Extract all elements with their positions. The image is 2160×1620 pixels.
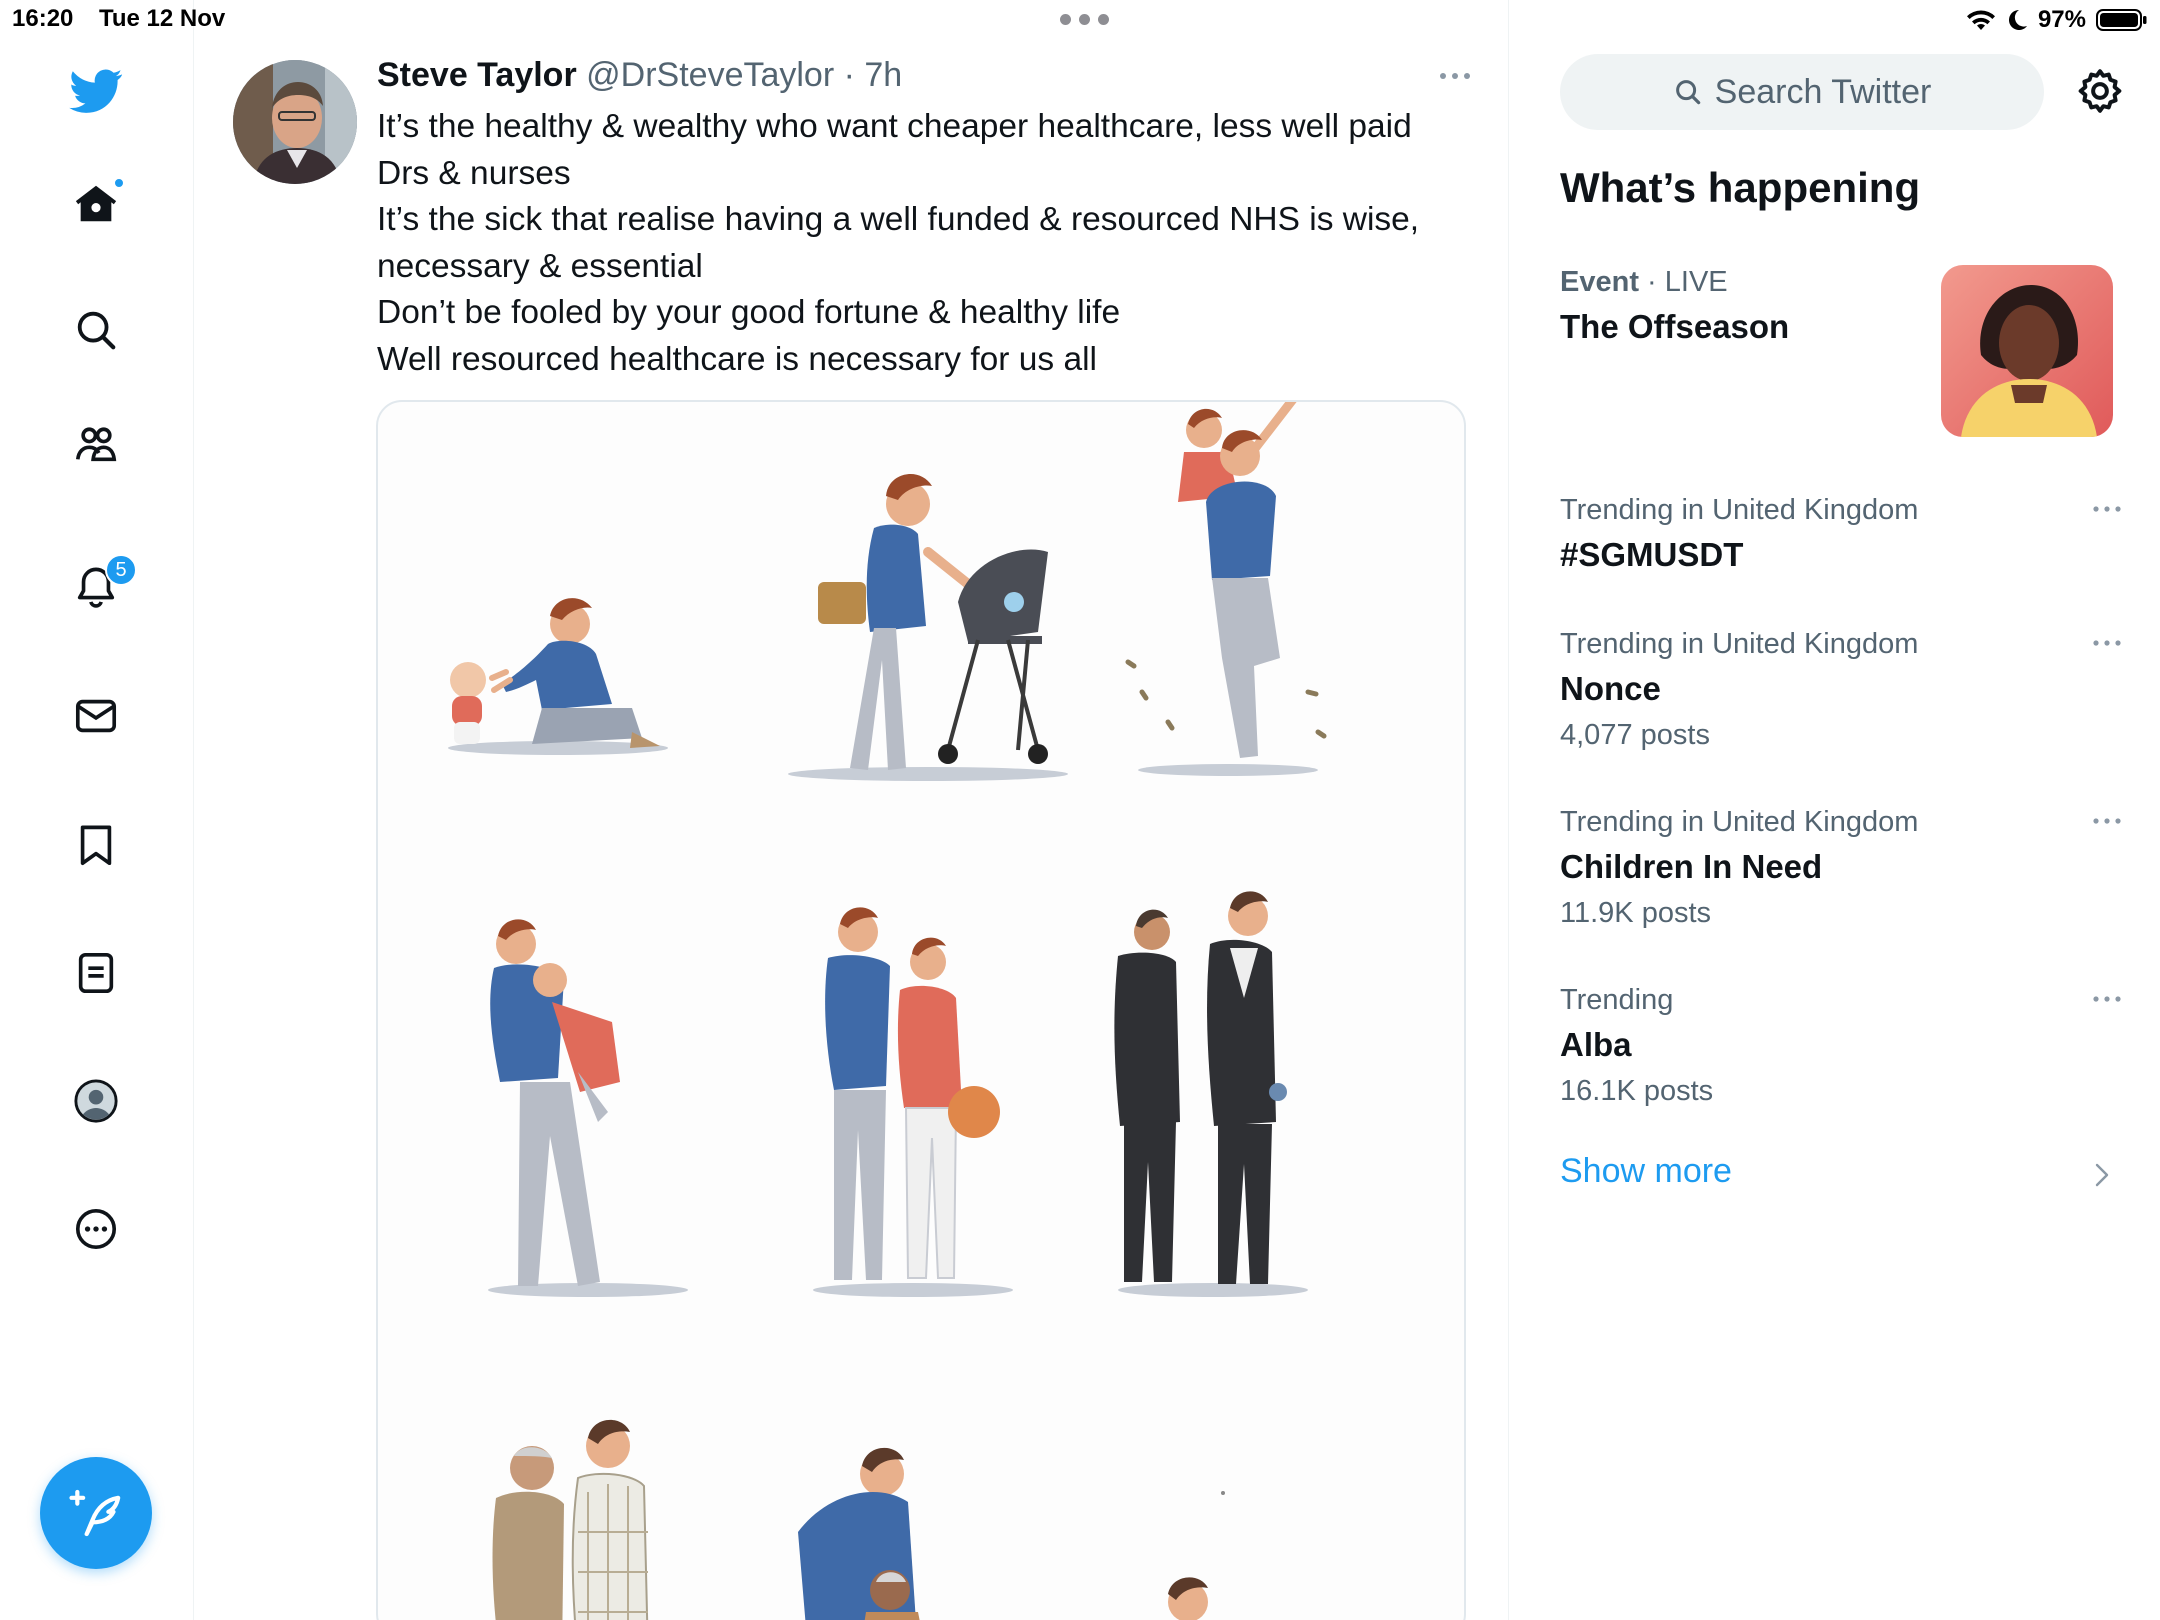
nav-profile[interactable] (67, 1072, 125, 1130)
search-input[interactable]: Search Twitter (1560, 54, 2044, 130)
tweet-line: It’s the sick that realise having a well… (377, 201, 1420, 238)
battery-icon (2096, 9, 2147, 31)
bookmark-icon (80, 825, 112, 866)
tweet-line: It’s the healthy & wealthy who want chea… (377, 108, 1412, 145)
illustration-dot (1221, 1491, 1225, 1495)
more-circle-icon (75, 1208, 117, 1250)
nav-explore[interactable] (67, 301, 125, 359)
trend-title: #SGMUSDT (1560, 536, 1744, 573)
multitasking-dots-icon[interactable] (1060, 14, 1109, 25)
compose-feather-icon (69, 1489, 121, 1537)
tweet-line: necessary & essential (377, 247, 703, 285)
illustration-assisting-elder (798, 1447, 920, 1620)
show-more-link[interactable]: Show more (1560, 1152, 1732, 1191)
home-icon (75, 185, 117, 222)
search-icon (77, 311, 116, 350)
left-navigation: 5 (0, 0, 194, 1620)
nav-lists[interactable] (67, 944, 125, 1002)
status-indicators: 97% (1966, 6, 2148, 34)
illustration-partial-figure (1168, 1577, 1208, 1620)
chevron-right-icon[interactable] (2090, 1160, 2114, 1190)
trend-more-icon[interactable] (2090, 502, 2124, 516)
event-thumbnail[interactable] (1941, 265, 2113, 437)
trend-item[interactable]: Trending Alba 16.1K posts (1560, 978, 2121, 1114)
envelope-icon (75, 699, 117, 733)
status-date: Tue 12 Nov (99, 5, 226, 32)
nav-messages[interactable] (67, 687, 125, 745)
tweet-line: Well resourced healthcare is necessary f… (377, 340, 1097, 378)
trend-title: Children In Need (1560, 848, 1823, 885)
nav-communities[interactable] (67, 415, 125, 473)
illustration-piggyback-jump (1125, 402, 1327, 776)
illustration-baby-crawl (448, 598, 668, 755)
tweet-media-illustration[interactable] (376, 400, 1466, 1620)
trend-item[interactable]: Trending in United Kingdom Nonce 4,077 p… (1560, 622, 2121, 758)
tweet-time[interactable]: 7h (864, 56, 902, 94)
event-live: · LIVE (1638, 266, 1728, 298)
author-name[interactable]: Steve Taylor (377, 56, 577, 94)
nav-notifications[interactable]: 5 (67, 554, 137, 616)
illustration-carrying-child (488, 919, 688, 1297)
moon-icon (2008, 10, 2027, 30)
tweet-line: Drs & nurses (377, 154, 571, 192)
trend-meta: Trending in United Kingdom (1560, 628, 1919, 660)
tweet-text: It’s the healthy & wealthy who want chea… (377, 104, 1447, 383)
notification-badge: 5 (105, 554, 137, 586)
communities-icon (75, 427, 117, 462)
trend-title: Nonce (1560, 670, 1661, 707)
trend-meta: Trending in United Kingdom (1560, 806, 1919, 838)
event-category: Event (1560, 266, 1639, 298)
timeline: Steve Taylor @DrSteveTaylor · 7h It’s th… (195, 0, 1509, 1620)
time-separator: · (834, 56, 865, 94)
nav-more[interactable] (67, 1200, 125, 1258)
unread-dot (113, 177, 125, 189)
illustration-stroller (788, 473, 1068, 781)
trend-more-icon[interactable] (2090, 814, 2124, 828)
trend-count: 4,077 posts (1560, 719, 1710, 751)
search-placeholder: Search Twitter (1714, 72, 1932, 111)
trend-title: Alba (1560, 1026, 1632, 1063)
trend-count: 11.9K posts (1560, 897, 1712, 929)
illustration-elderly-hug (492, 1419, 649, 1620)
settings-gear-icon[interactable] (2075, 66, 2125, 116)
author-handle[interactable]: @DrSteveTaylor (586, 56, 834, 94)
wifi-icon (1966, 10, 1995, 30)
right-sidebar: Search Twitter What’s happening Event · … (1510, 0, 2160, 1620)
trend-meta: Trending in United Kingdom (1560, 494, 1919, 526)
author-avatar[interactable] (233, 60, 357, 184)
avatar-icon (74, 1079, 118, 1123)
list-icon (78, 952, 114, 994)
section-title: What’s happening (1560, 164, 1921, 211)
trend-meta: Trending (1560, 984, 1674, 1016)
nav-home[interactable] (67, 175, 125, 233)
status-time: 16:20 (12, 5, 74, 32)
tweet-header: Steve Taylor @DrSteveTaylor · 7h (377, 56, 902, 95)
trend-item[interactable]: Trending in United Kingdom #SGMUSDT (1560, 488, 2121, 578)
tweet-line: Don’t be fooled by your good fortune & h… (377, 294, 1121, 331)
status-bar: 16:20 Tue 12 Nov 97% (0, 0, 2160, 42)
trend-item[interactable]: Trending in United Kingdom Children In N… (1560, 800, 2121, 936)
battery-percent: 97% (2037, 6, 2086, 33)
search-icon (1675, 80, 1700, 105)
nav-bookmarks[interactable] (67, 816, 125, 874)
illustration-father-teen (813, 907, 1013, 1297)
trend-more-icon[interactable] (2090, 992, 2124, 1006)
trend-count: 16.1K posts (1560, 1075, 1714, 1107)
twitter-logo-icon[interactable] (67, 62, 125, 120)
illustration-suits (1114, 891, 1308, 1297)
trend-more-icon[interactable] (2090, 636, 2124, 650)
compose-tweet-button[interactable] (40, 1457, 152, 1569)
tweet-more-icon[interactable] (1435, 66, 1475, 86)
